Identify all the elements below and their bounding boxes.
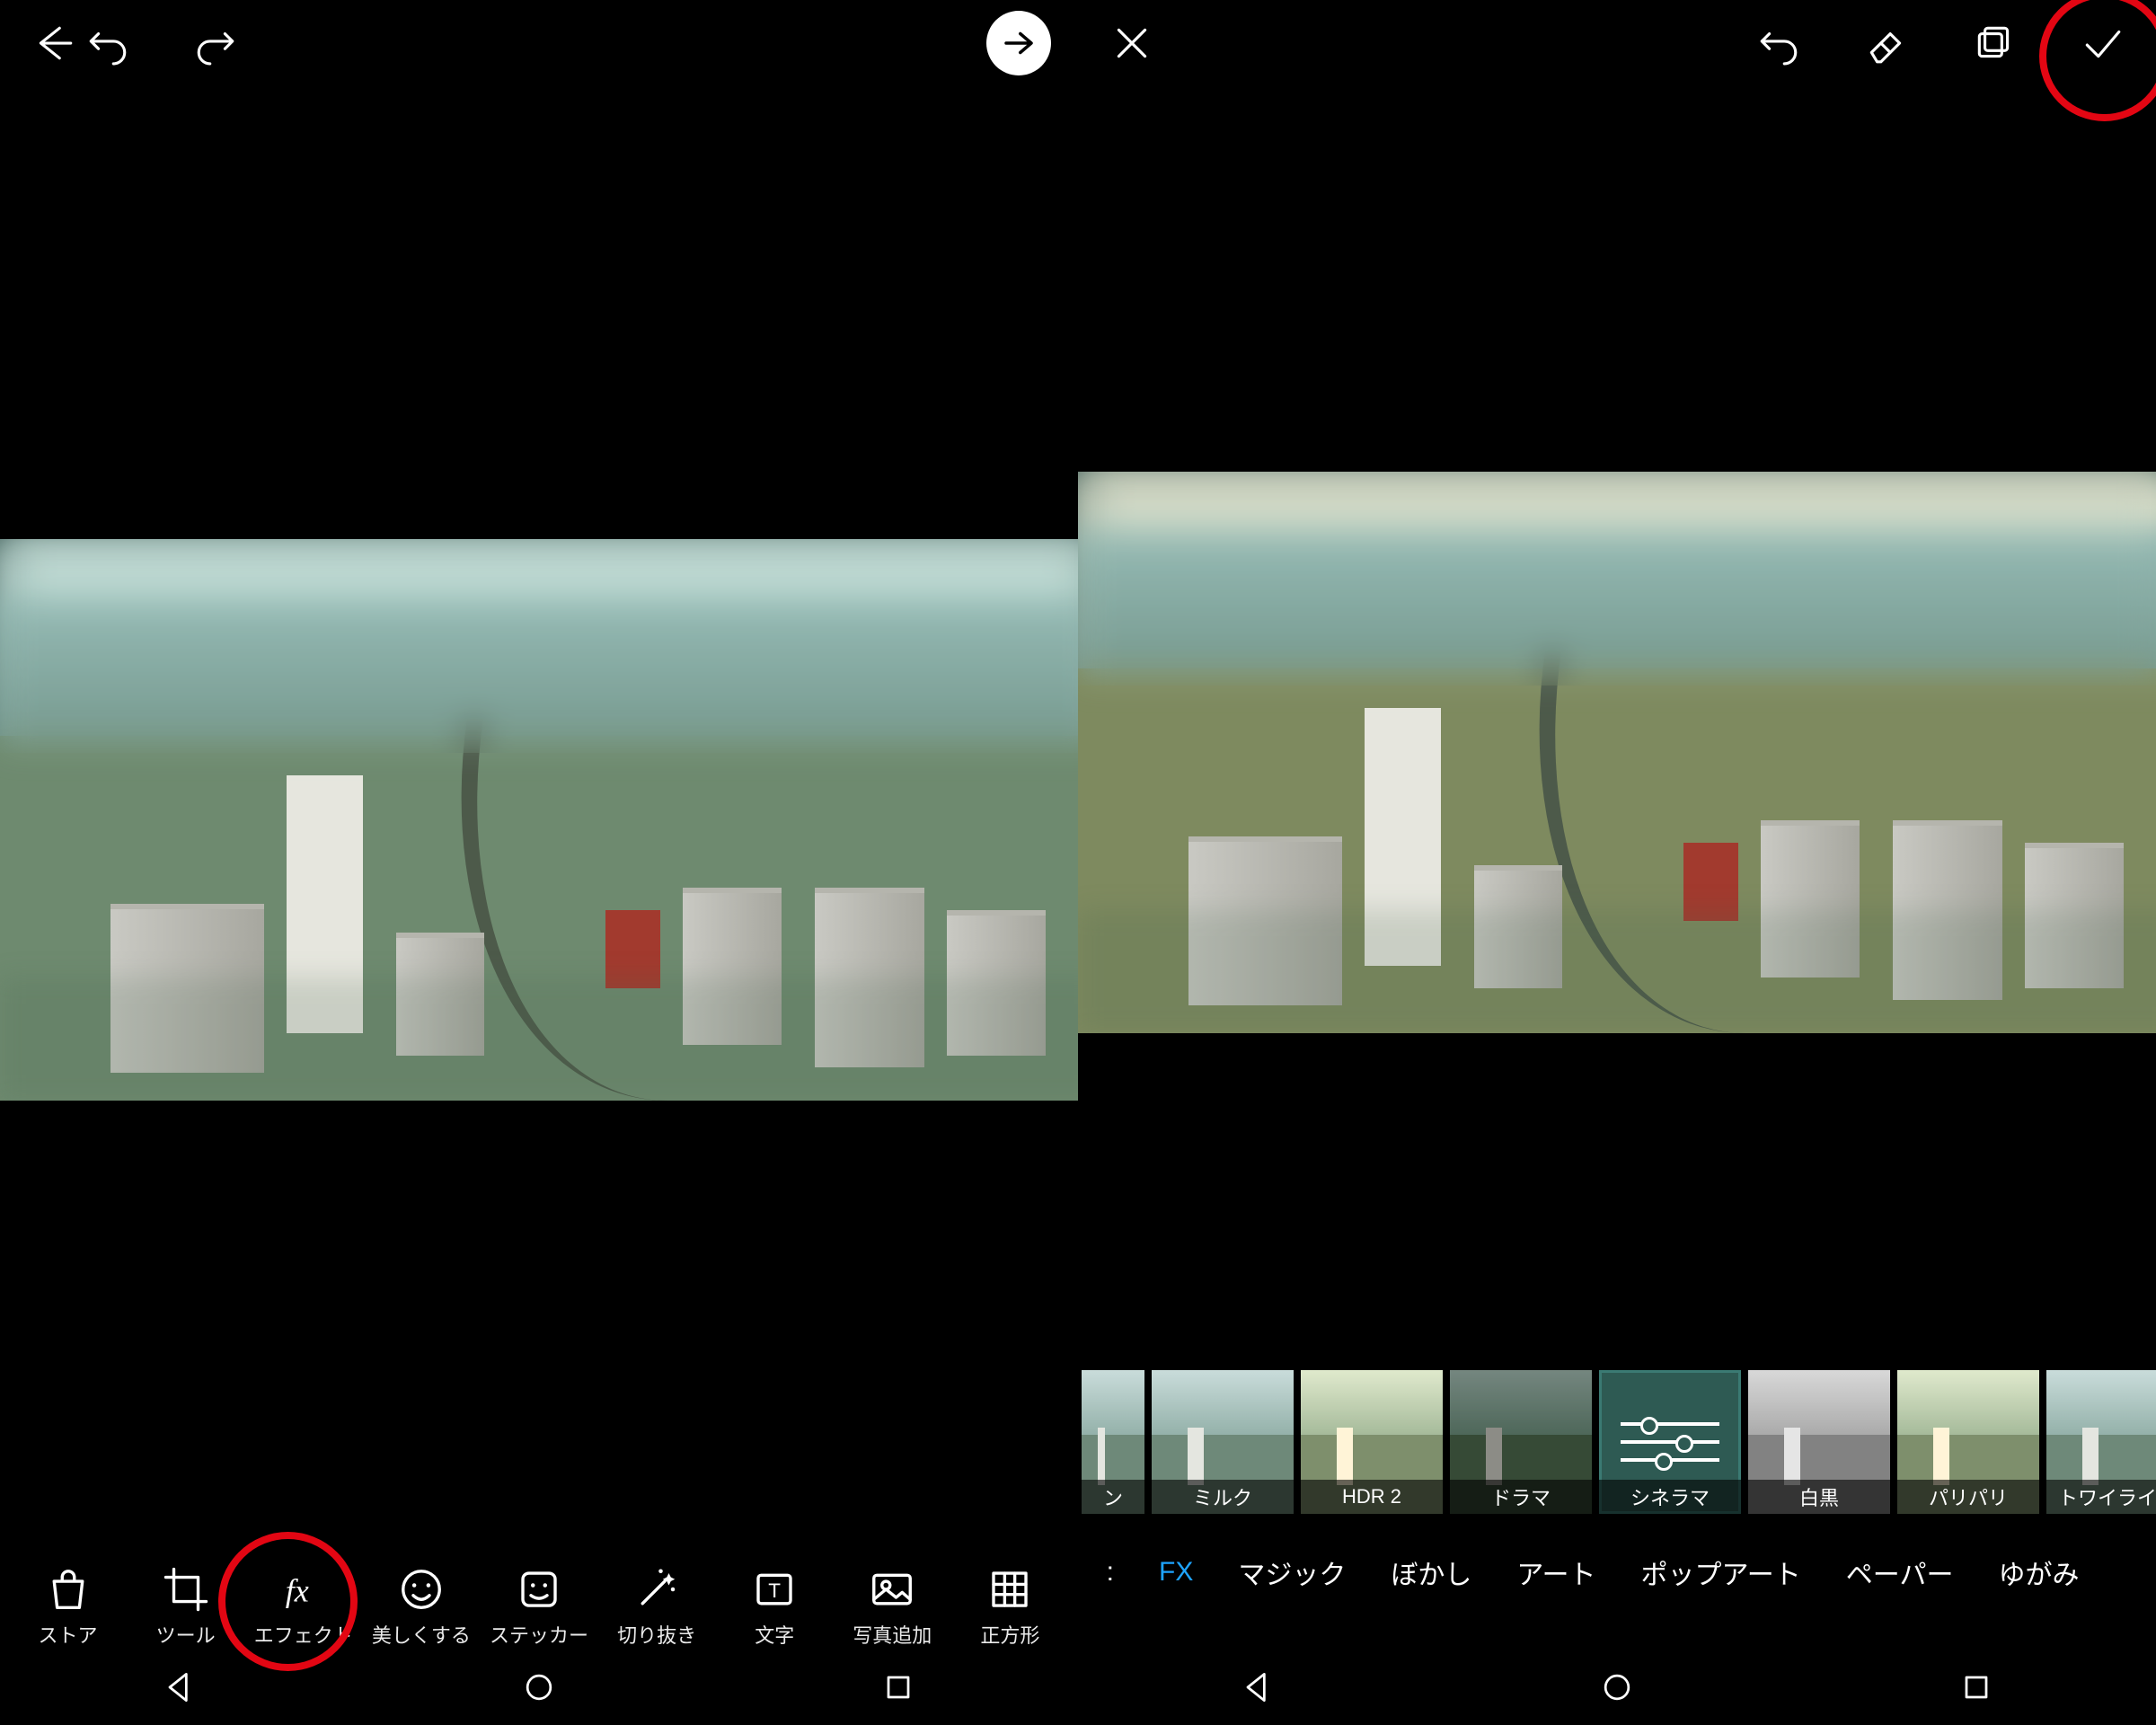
nav-back-button[interactable] (157, 1665, 202, 1710)
eraser-button[interactable] (1860, 16, 1913, 70)
tool-label: 写真追加 (853, 1620, 932, 1649)
layers-button[interactable] (1967, 16, 2021, 70)
face-icon (396, 1564, 446, 1614)
filter-thumb-cinerama[interactable]: シネラマ (1599, 1370, 1741, 1514)
filter-thumb-milk[interactable]: ミルク (1152, 1370, 1294, 1514)
image-preview[interactable] (1078, 472, 2156, 1033)
category-tab-art[interactable]: アート (1516, 1552, 1595, 1592)
nav-home-button[interactable] (1595, 1665, 1639, 1710)
image-preview[interactable] (0, 539, 1100, 1101)
tool-addphoto[interactable]: 写真追加 (835, 1564, 950, 1649)
category-tab-partial[interactable]: : (1087, 1557, 1114, 1588)
filter-name: シネラマ (1599, 1480, 1741, 1514)
checkmark-icon (2080, 21, 2125, 66)
tool-tool[interactable]: ツール (128, 1564, 243, 1649)
tool-text[interactable]: T 文字 (717, 1564, 832, 1649)
nav-back-icon (1238, 1668, 1277, 1707)
category-tab-fx[interactable]: FX (1159, 1557, 1193, 1588)
category-tab-popart[interactable]: ポップアート (1641, 1552, 1801, 1592)
square-grid-icon (985, 1564, 1035, 1614)
filter-thumb-prev[interactable]: ン (1082, 1370, 1144, 1514)
category-tab-magic[interactable]: マジック (1238, 1552, 1346, 1592)
tool-label: 切り抜き (617, 1620, 696, 1649)
undo-button[interactable] (81, 16, 135, 70)
svg-text:fx: fx (286, 1573, 309, 1609)
nav-recent-icon (1957, 1668, 1996, 1707)
tool-label: エフェクト (254, 1620, 353, 1649)
tool-sticker[interactable]: ステッカー (482, 1564, 596, 1649)
nav-back-icon (160, 1668, 199, 1707)
filter-name: パリパリ (1897, 1480, 2039, 1514)
tool-effect[interactable]: fx エフェクト (246, 1564, 361, 1649)
nav-recent-button[interactable] (876, 1665, 921, 1710)
category-tab-paper[interactable]: ペーパー (1846, 1552, 1954, 1592)
svg-text:T: T (768, 1579, 781, 1602)
magic-wand-icon (632, 1564, 682, 1614)
tool-label: ストア (39, 1620, 98, 1649)
top-toolbar-right (1078, 0, 2156, 85)
proceed-arrow-icon (1000, 24, 1038, 62)
nav-home-icon (519, 1668, 559, 1707)
tool-square[interactable]: 正方形 (952, 1564, 1067, 1649)
filter-name: 白黒 (1748, 1480, 1890, 1514)
filter-thumb-crisp[interactable]: パリパリ (1897, 1370, 2039, 1514)
editor-effect-screen: ン ミルク HDR 2 ドラマ シネラマ 白黒 パリパリ トワイライト (1078, 0, 2156, 1725)
filter-thumb-drama[interactable]: ドラマ (1450, 1370, 1592, 1514)
nav-recent-icon (879, 1668, 918, 1707)
bottom-toolbar: ストア ツール fx エフェクト 美しくする ステッカー 切り抜き T 文字 写… (0, 1564, 1078, 1649)
close-icon (1109, 21, 1154, 66)
proceed-button[interactable] (986, 11, 1051, 75)
tool-label: 文字 (755, 1620, 794, 1649)
effect-category-tabs: : FX マジック ぼかし アート ポップアート ペーパー ゆがみ (1078, 1532, 2156, 1613)
filter-name: HDR 2 (1301, 1480, 1443, 1514)
redo-button[interactable] (189, 16, 243, 70)
crop-icon (161, 1564, 211, 1614)
nav-back-button[interactable] (1235, 1665, 1280, 1710)
filter-name: トワイライト (2046, 1480, 2156, 1514)
back-arrow-icon (31, 21, 76, 66)
eraser-icon (1864, 21, 1909, 66)
apply-button[interactable] (2075, 16, 2129, 70)
tool-label: 美しくする (372, 1620, 471, 1649)
nav-home-button[interactable] (517, 1665, 561, 1710)
undo-button[interactable] (1752, 16, 1806, 70)
tool-cutout[interactable]: 切り抜き (599, 1564, 714, 1649)
sticker-icon (514, 1564, 564, 1614)
filter-name: ドラマ (1450, 1480, 1592, 1514)
category-tab-distort[interactable]: ゆがみ (1998, 1552, 2079, 1592)
android-navbar (1078, 1649, 2156, 1725)
back-button[interactable] (27, 16, 81, 70)
undo-icon (85, 21, 130, 66)
editor-main-screen: ストア ツール fx エフェクト 美しくする ステッカー 切り抜き T 文字 写… (0, 0, 1078, 1725)
layers-icon (1972, 21, 2017, 66)
filter-name: ミルク (1152, 1480, 1294, 1514)
text-icon: T (749, 1564, 800, 1614)
redo-icon (193, 21, 238, 66)
filter-thumbnail-row[interactable]: ン ミルク HDR 2 ドラマ シネラマ 白黒 パリパリ トワイライト (1078, 1370, 2156, 1523)
top-toolbar-left (0, 0, 1078, 85)
filter-name: ン (1082, 1480, 1144, 1514)
close-button[interactable] (1105, 16, 1159, 70)
tool-label: ステッカー (490, 1620, 588, 1649)
add-photo-icon (867, 1564, 917, 1614)
filter-thumb-twilight[interactable]: トワイライト (2046, 1370, 2156, 1514)
tool-label: 正方形 (980, 1620, 1039, 1649)
android-navbar (0, 1649, 1078, 1725)
tool-store[interactable]: ストア (11, 1564, 126, 1649)
filter-thumb-hdr2[interactable]: HDR 2 (1301, 1370, 1443, 1514)
fx-icon: fx (278, 1564, 329, 1614)
nav-recent-button[interactable] (1954, 1665, 1999, 1710)
nav-home-icon (1597, 1668, 1637, 1707)
category-tab-blur[interactable]: ぼかし (1391, 1552, 1471, 1592)
undo-icon (1756, 21, 1801, 66)
tool-label: ツール (156, 1620, 216, 1649)
shopping-bag-icon (43, 1564, 93, 1614)
filter-thumb-bw[interactable]: 白黒 (1748, 1370, 1890, 1514)
tool-beauty[interactable]: 美しくする (364, 1564, 479, 1649)
